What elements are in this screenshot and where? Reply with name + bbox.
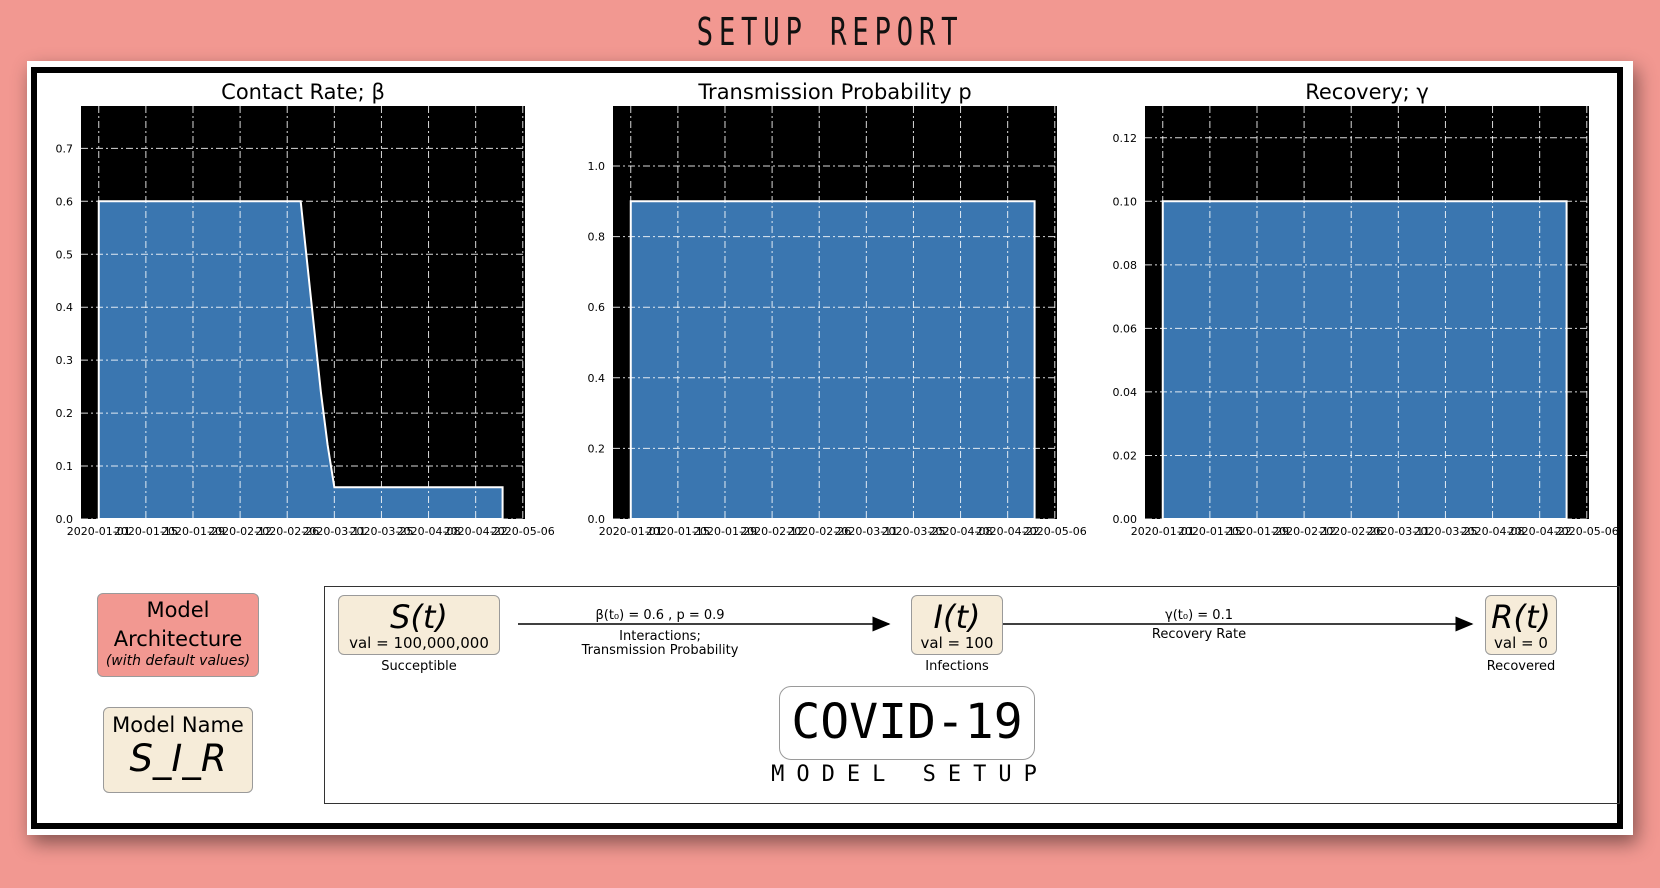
- disease-name-box: COVID-19: [779, 686, 1035, 760]
- node-susceptible-value: val = 100,000,000: [349, 634, 489, 652]
- disease-name: COVID-19: [791, 694, 1023, 750]
- transition-1-line1: Interactions;: [619, 629, 701, 644]
- transition-2-params: γ(t₀) = 0.1: [1165, 608, 1233, 623]
- transition-1-params: β(t₀) = 0.6 , p = 0.9: [595, 608, 725, 623]
- transition-2-line1: Recovery Rate: [1151, 627, 1247, 642]
- transition-1-line2: Transmission Probability: [581, 643, 739, 658]
- node-recovered: R(t) val = 0: [1485, 595, 1557, 655]
- node-infections: I(t) val = 100: [911, 595, 1003, 655]
- node-recovered-value: val = 0: [1494, 634, 1548, 652]
- node-susceptible: S(t) val = 100,000,000: [338, 595, 500, 655]
- node-infections-caption: Infections: [925, 659, 989, 674]
- node-susceptible-symbol: S(t): [390, 598, 448, 636]
- node-susceptible-caption: Succeptible: [381, 659, 457, 674]
- node-recovered-symbol: R(t): [1491, 598, 1551, 636]
- model-setup-label: MODEL SETUP: [771, 762, 1049, 787]
- node-infections-value: val = 100: [920, 634, 994, 652]
- node-infections-symbol: I(t): [933, 598, 981, 636]
- node-recovered-caption: Recovered: [1486, 659, 1556, 674]
